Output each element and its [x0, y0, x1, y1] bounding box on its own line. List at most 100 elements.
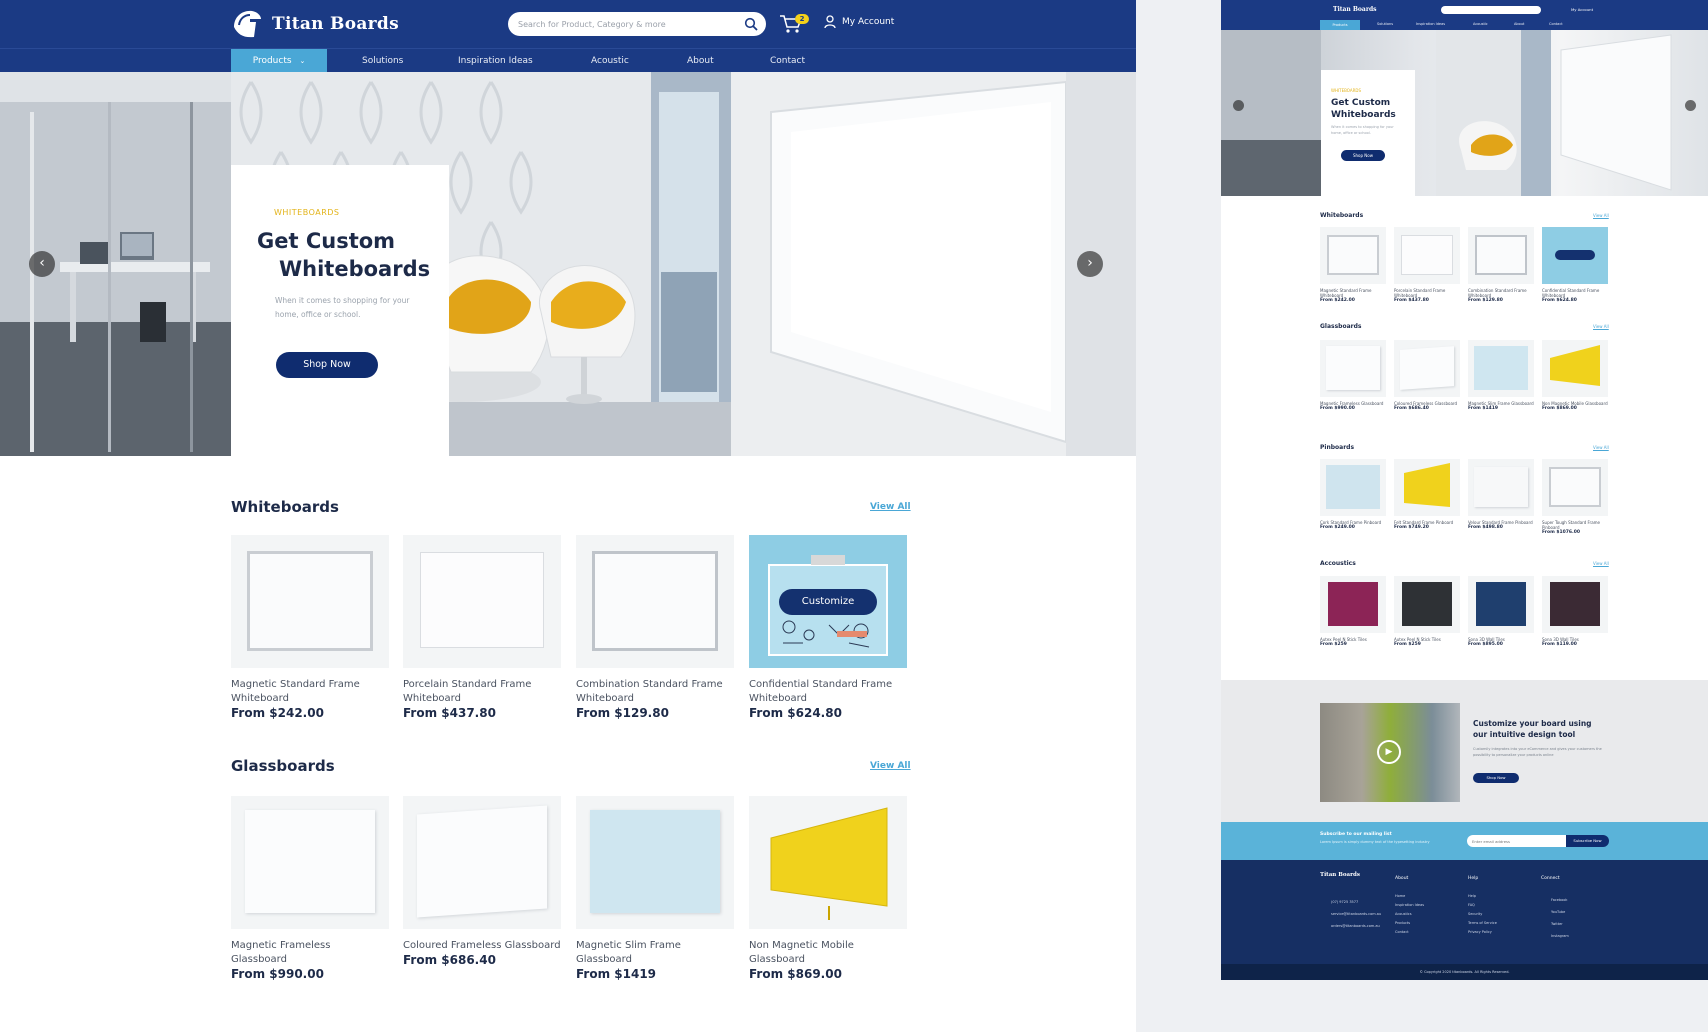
preview-product-card[interactable]: Sona 3D Wall Tiles From $895.00 — [1468, 576, 1534, 648]
preview-product-card[interactable]: Magnetic Slim Frame Glassboard From $1419 — [1468, 340, 1534, 412]
product-name[interactable]: Non Magnetic Mobile Glassboard — [749, 939, 907, 967]
preview-footer-phone[interactable]: (07) 9725 3577 — [1331, 900, 1358, 904]
preview-product-image[interactable] — [1394, 459, 1460, 516]
brand-logo[interactable]: Titan Boards — [230, 6, 399, 42]
product-image[interactable] — [231, 796, 389, 929]
my-account-link[interactable]: My Account — [824, 15, 894, 29]
preview-product-card[interactable]: Confidential Standard Frame Whiteboard Fr… — [1542, 227, 1608, 304]
preview-product-card[interactable]: Coloured Frameless Glassboard From $686.4… — [1394, 340, 1460, 412]
preview-product-image[interactable] — [1320, 227, 1386, 284]
preview-footer-link[interactable]: Products — [1395, 921, 1410, 925]
product-card[interactable]: Magnetic Standard Frame Whiteboard From … — [231, 535, 389, 721]
preview-shop-now-button[interactable]: Shop Now — [1341, 150, 1385, 161]
preview-footer-link[interactable]: Contact — [1395, 930, 1409, 934]
product-name[interactable]: Combination Standard Frame Whiteboard — [576, 678, 734, 706]
preview-nav-contact[interactable]: Contact — [1549, 22, 1563, 26]
preview-nav-acoustic[interactable]: Acoustic — [1473, 22, 1488, 26]
product-card[interactable]: Combination Standard Frame Whiteboard Fr… — [576, 535, 734, 721]
preview-product-card[interactable]: Combination Standard Frame Whiteboard Fro… — [1468, 227, 1534, 304]
preview-product-image[interactable] — [1468, 340, 1534, 397]
preview-product-image[interactable] — [1394, 227, 1460, 284]
preview-search-bar[interactable] — [1441, 6, 1541, 14]
product-image[interactable] — [403, 535, 561, 668]
product-image[interactable] — [576, 796, 734, 929]
preview-product-image[interactable] — [1542, 227, 1608, 284]
preview-view-all-link[interactable]: View All — [1593, 213, 1609, 218]
preview-product-image[interactable] — [1320, 576, 1386, 633]
preview-product-image[interactable] — [1468, 227, 1534, 284]
preview-product-card[interactable]: Porcelain Standard Frame Whiteboard From … — [1394, 227, 1460, 304]
preview-view-all-link[interactable]: View All — [1593, 561, 1609, 566]
preview-footer-twitter-link[interactable]: Twitter — [1551, 922, 1563, 926]
nav-products[interactable]: Products ⌄ — [231, 49, 327, 73]
product-image[interactable] — [231, 535, 389, 668]
preview-product-name[interactable]: Confidential Standard Frame Whiteboard — [1542, 288, 1608, 298]
preview-product-image[interactable] — [1468, 576, 1534, 633]
preview-product-card[interactable]: Magnetic Frameless Glassboard From $990.0… — [1320, 340, 1386, 412]
product-image[interactable] — [403, 796, 561, 929]
carousel-next-button[interactable]: › — [1077, 251, 1103, 277]
nav-solutions[interactable]: Solutions — [362, 49, 403, 73]
preview-product-card[interactable]: Non Magnetic Mobile Glassboard From $869.… — [1542, 340, 1608, 412]
preview-product-image[interactable] — [1394, 340, 1460, 397]
preview-carousel-next-button[interactable] — [1685, 100, 1696, 111]
search-icon[interactable] — [744, 17, 758, 31]
preview-footer-link[interactable]: Inspiration Ideas — [1395, 903, 1424, 907]
preview-footer-youtube-link[interactable]: YouTube — [1551, 910, 1565, 914]
preview-product-card[interactable]: Autex Peel N Stick Tiles From $259 — [1394, 576, 1460, 648]
preview-footer-email[interactable]: service@titanboards.com.au — [1331, 912, 1381, 916]
preview-product-image[interactable] — [1542, 576, 1608, 633]
nav-inspiration-ideas[interactable]: Inspiration Ideas — [458, 49, 533, 73]
product-name[interactable]: Magnetic Frameless Glassboard — [231, 939, 389, 967]
preview-nav-solutions[interactable]: Solutions — [1377, 22, 1393, 26]
preview-footer-link[interactable]: Security — [1468, 912, 1482, 916]
product-image[interactable] — [576, 535, 734, 668]
preview-promo-video[interactable]: ▶ — [1320, 703, 1460, 802]
search-input[interactable] — [508, 12, 728, 37]
preview-footer-link[interactable]: Privacy Policy — [1468, 930, 1492, 934]
preview-product-image[interactable] — [1468, 459, 1534, 516]
carousel-prev-button[interactable]: ‹ — [29, 251, 55, 277]
product-name[interactable]: Coloured Frameless Glassboard — [403, 939, 561, 953]
preview-product-card[interactable]: Velour Standard Frame Pinboard From $498.… — [1468, 459, 1534, 531]
preview-footer-facebook-link[interactable]: Facebook — [1551, 898, 1567, 902]
preview-product-image[interactable] — [1394, 576, 1460, 633]
glassboards-view-all-link[interactable]: View All — [870, 761, 911, 771]
preview-view-all-link[interactable]: View All — [1593, 324, 1609, 329]
product-card[interactable]: Porcelain Standard Frame Whiteboard From… — [403, 535, 561, 721]
whiteboards-view-all-link[interactable]: View All — [870, 502, 911, 512]
preview-product-card[interactable]: Sona 3D Wall Tiles From $119.00 — [1542, 576, 1608, 648]
nav-about[interactable]: About — [687, 49, 714, 73]
product-name[interactable]: Confidential Standard Frame Whiteboard — [749, 678, 907, 706]
preview-product-card[interactable]: Felt Standard Frame Pinboard From $749.20 — [1394, 459, 1460, 531]
product-card[interactable]: Non Magnetic Mobile Glassboard From $869… — [749, 796, 907, 982]
shop-now-button[interactable]: Shop Now — [276, 352, 378, 378]
preview-promo-shop-now-button[interactable]: Shop Now — [1473, 773, 1519, 783]
preview-product-image[interactable] — [1320, 459, 1386, 516]
preview-nav-about[interactable]: About — [1514, 22, 1524, 26]
preview-footer-link[interactable]: Terms of Service — [1468, 921, 1497, 925]
preview-subscribe-button[interactable]: Subscribe Now — [1566, 835, 1609, 847]
preview-footer-email[interactable]: orders@titanboards.com.au — [1331, 924, 1380, 928]
preview-footer-link[interactable]: Home — [1395, 894, 1405, 898]
preview-carousel-prev-button[interactable] — [1233, 100, 1244, 111]
preview-product-card[interactable]: Autex Peel N Stick Tiles From $259 — [1320, 576, 1386, 648]
product-card[interactable]: Customize Confidential Standard Frame Wh… — [749, 535, 907, 721]
preview-product-card[interactable]: Super Tough Standard Frame Pinboard From … — [1542, 459, 1608, 536]
product-image[interactable]: Customize — [749, 535, 907, 668]
product-name[interactable]: Magnetic Slim Frame Glassboard — [576, 939, 734, 967]
preview-product-card[interactable]: Cork Standard Frame Pinboard From $249.00 — [1320, 459, 1386, 531]
preview-nav-inspiration-ideas[interactable]: Inspiration Ideas — [1416, 22, 1445, 26]
preview-nav-products[interactable]: Products — [1320, 20, 1360, 30]
preview-product-image[interactable] — [1320, 340, 1386, 397]
preview-view-all-link[interactable]: View All — [1593, 445, 1609, 450]
preview-product-image[interactable] — [1542, 340, 1608, 397]
preview-product-name[interactable]: Magnetic Standard Frame Whiteboard — [1320, 288, 1386, 298]
preview-footer-link[interactable]: Acoustics — [1395, 912, 1412, 916]
preview-product-name[interactable]: Super Tough Standard Frame Pinboard — [1542, 520, 1608, 530]
product-card[interactable]: Magnetic Slim Frame Glassboard From $141… — [576, 796, 734, 982]
preview-product-card[interactable]: Magnetic Standard Frame Whiteboard From $… — [1320, 227, 1386, 304]
preview-product-name[interactable]: Combination Standard Frame Whiteboard — [1468, 288, 1534, 298]
nav-contact[interactable]: Contact — [770, 49, 805, 73]
play-icon[interactable]: ▶ — [1377, 740, 1401, 764]
